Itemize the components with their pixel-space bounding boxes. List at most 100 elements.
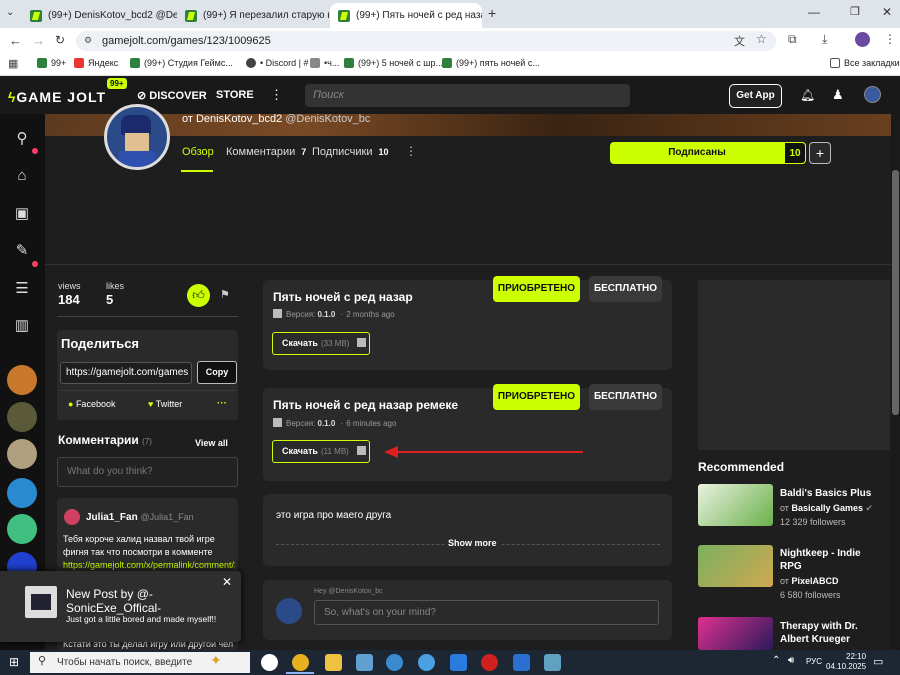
bookmark[interactable]: (99+) пять ночей с... bbox=[442, 58, 540, 68]
facebook-share-button[interactable]: ● Facebook bbox=[68, 399, 115, 409]
commenter-name[interactable]: Julia1_Fan @Julia1_Fan bbox=[86, 512, 194, 523]
tab-overview[interactable]: Обзор bbox=[182, 146, 214, 158]
show-more-button[interactable]: Show more bbox=[445, 538, 500, 548]
recommended-thumbnail[interactable] bbox=[698, 617, 773, 650]
bookmark-star-icon[interactable]: ☆ bbox=[756, 32, 767, 46]
twitter-share-button[interactable]: ♥ Twitter bbox=[148, 399, 182, 409]
tab-search-icon[interactable]: ⌄ bbox=[6, 7, 14, 18]
forward-icon[interactable]: → bbox=[32, 33, 45, 48]
view-all-link[interactable]: View all bbox=[195, 438, 228, 448]
profile-avatar[interactable] bbox=[855, 32, 870, 47]
commenter-avatar[interactable] bbox=[64, 509, 80, 525]
app-icon[interactable] bbox=[450, 654, 467, 671]
quests-icon[interactable]: ✎ bbox=[11, 240, 33, 262]
tab-comments[interactable]: Комментарии 7 bbox=[226, 146, 306, 158]
extensions-icon[interactable]: ⧉ bbox=[788, 32, 797, 47]
edge-icon[interactable] bbox=[386, 654, 403, 671]
record-icon[interactable] bbox=[481, 654, 498, 671]
gamejolt-logo[interactable]: ϟGAME JOLT bbox=[8, 89, 106, 105]
library-icon[interactable]: ▥ bbox=[11, 315, 33, 337]
menu-icon[interactable]: ⋮ bbox=[884, 32, 896, 46]
downloads-icon[interactable]: ⤓ bbox=[822, 32, 827, 47]
community-avatar[interactable] bbox=[7, 514, 37, 544]
chat-icon[interactable]: ☰ bbox=[11, 278, 33, 300]
store-link[interactable]: STORE bbox=[216, 89, 254, 101]
recommended-name[interactable]: Therapy with Dr. Albert Krueger bbox=[780, 620, 880, 646]
yandex-browser-icon[interactable] bbox=[261, 654, 278, 671]
browser-tab-active[interactable]: (99+) Пять ночей с ред назар✕ bbox=[330, 3, 482, 28]
build-age: 6 minutes ago bbox=[346, 419, 397, 428]
tab-followers[interactable]: Подписчики 10 bbox=[312, 146, 389, 158]
more-share-button[interactable]: ··· bbox=[217, 398, 227, 409]
recommended-thumbnail[interactable] bbox=[698, 545, 773, 587]
app-icon[interactable] bbox=[513, 654, 530, 671]
app-icon[interactable] bbox=[544, 654, 561, 671]
friends-icon[interactable]: ♟ bbox=[832, 87, 844, 103]
tray-chevron-icon[interactable]: ⌃ bbox=[772, 655, 780, 666]
community-avatar[interactable] bbox=[7, 365, 37, 395]
bell-icon[interactable]: 🔔︎ bbox=[800, 88, 815, 102]
bookmark[interactable]: •ч... bbox=[310, 58, 339, 68]
clock[interactable]: 22:10 04.10.2025 bbox=[826, 652, 866, 672]
apps-grid-icon[interactable]: ▦ bbox=[8, 57, 18, 70]
file-explorer-icon[interactable] bbox=[325, 654, 342, 671]
dislike-icon[interactable]: ⚑ bbox=[220, 288, 230, 301]
recommended-followers: 12 329 followers bbox=[780, 517, 846, 527]
windows-start-icon[interactable]: ⊞ bbox=[9, 655, 19, 669]
minimize-icon[interactable]: — bbox=[808, 5, 820, 19]
user-avatar[interactable] bbox=[864, 86, 881, 103]
language-indicator[interactable]: РУС bbox=[806, 657, 822, 666]
more-menu-icon[interactable]: ⋮ bbox=[270, 87, 283, 103]
toast-close-icon[interactable]: ✕ bbox=[222, 575, 232, 589]
bookmark[interactable]: • Discord | # bbox=[246, 58, 309, 68]
recommended-author[interactable]: от PixelABCD bbox=[780, 576, 838, 586]
volume-icon[interactable]: 🔊︎ bbox=[788, 655, 794, 666]
views-label: views bbox=[58, 281, 81, 291]
download-button[interactable]: Скачать (11 MB) bbox=[272, 440, 370, 463]
like-button[interactable]: 👍︎ bbox=[187, 284, 210, 307]
developer-byline[interactable]: от DenisKotov_bcd2 @DenisKotov_bc bbox=[182, 113, 370, 125]
shop-icon[interactable]: ⌂ bbox=[11, 165, 33, 187]
download-button[interactable]: Скачать (33 MB) bbox=[272, 332, 370, 355]
copy-button[interactable]: Copy bbox=[197, 361, 237, 384]
profile-more-icon[interactable]: ⋮ bbox=[405, 144, 417, 158]
app-icon[interactable] bbox=[418, 654, 435, 671]
recommended-name[interactable]: Baldi's Basics Plus bbox=[780, 487, 880, 500]
scrollbar-thumb[interactable] bbox=[892, 170, 899, 415]
new-tab-icon[interactable]: + bbox=[488, 5, 496, 21]
recommended-name[interactable]: Nightkeep - Indie RPG bbox=[780, 547, 880, 573]
reload-icon[interactable]: ↻ bbox=[55, 33, 65, 47]
developer-avatar[interactable] bbox=[104, 104, 170, 170]
add-to-playlist-button[interactable]: + bbox=[809, 142, 831, 164]
close-window-icon[interactable]: ✕ bbox=[882, 5, 892, 19]
browser-tab[interactable]: (99+) Я перезалил старую вер✕ bbox=[177, 3, 329, 28]
get-app-button[interactable]: Get App bbox=[729, 84, 782, 108]
all-bookmarks[interactable]: Все закладки bbox=[830, 58, 900, 68]
back-icon[interactable]: ← bbox=[9, 33, 22, 48]
comment-input[interactable]: What do you think? bbox=[57, 457, 238, 487]
address-bar[interactable]: gamejolt.com/games/123/1009625 bbox=[76, 31, 776, 51]
backpack-icon[interactable]: ▣ bbox=[11, 203, 33, 225]
bookmark[interactable]: (99+) 5 ночей с шр... bbox=[344, 58, 443, 68]
bookmark[interactable]: 99+ bbox=[37, 58, 66, 68]
recommended-thumbnail[interactable] bbox=[698, 484, 773, 526]
browser-tab[interactable]: (99+) DenisKotov_bcd2 @Denis✕ bbox=[22, 3, 177, 28]
discover-link[interactable]: ⊘ DISCOVER bbox=[137, 89, 207, 102]
recommended-author[interactable]: от Basically Games ✔ bbox=[780, 503, 873, 514]
app-icon[interactable] bbox=[356, 654, 373, 671]
bookmark[interactable]: Яндекс bbox=[74, 58, 118, 68]
chrome-icon[interactable] bbox=[292, 654, 309, 671]
site-info-icon[interactable]: ⚙ bbox=[84, 35, 92, 46]
post-input[interactable]: So, what's on your mind? bbox=[314, 600, 659, 625]
notifications-icon[interactable]: ▭ bbox=[873, 655, 883, 668]
share-url-field[interactable]: https://gamejolt.com/games bbox=[60, 362, 192, 384]
restore-icon[interactable]: ❐ bbox=[850, 5, 860, 18]
community-avatar[interactable] bbox=[7, 478, 37, 508]
translate-icon[interactable]: 文 bbox=[734, 33, 745, 49]
activity-icon[interactable]: ⚲ bbox=[11, 128, 33, 150]
bookmark[interactable]: (99+) Студия Геймс... bbox=[130, 58, 233, 68]
community-avatar[interactable] bbox=[7, 402, 37, 432]
community-avatar[interactable] bbox=[7, 439, 37, 469]
search-input[interactable]: Поиск bbox=[305, 84, 630, 107]
subscribed-button[interactable]: Подписаны 10 bbox=[610, 142, 806, 164]
